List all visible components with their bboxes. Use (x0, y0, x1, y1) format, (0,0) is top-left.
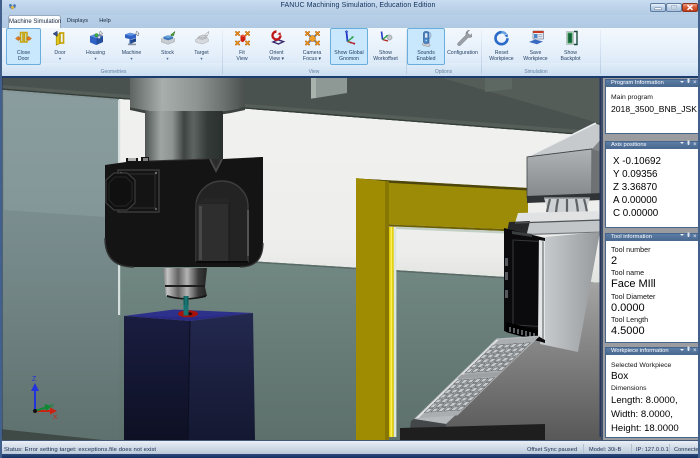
svg-text:X: X (53, 414, 58, 421)
svg-text:Z: Z (32, 376, 37, 383)
svg-text:Y: Y (50, 403, 55, 410)
